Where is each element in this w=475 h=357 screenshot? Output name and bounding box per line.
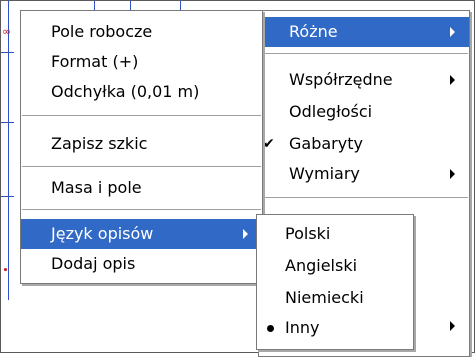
- menu-item-label: Format (+): [51, 52, 139, 71]
- menu-item-rozne[interactable]: Różne: [259, 17, 469, 47]
- menu-item-jezyk-opisow[interactable]: Język opisów: [21, 219, 262, 249]
- menu-item-label: Różne: [289, 22, 338, 41]
- menu-item-masa-i-pole[interactable]: Masa i pole: [21, 173, 262, 203]
- menu-item-odchylka[interactable]: Odchyłka (0,01 m): [21, 77, 262, 107]
- submenu-arrow-icon: [450, 169, 455, 179]
- menu-item-label: Język opisów: [51, 224, 154, 243]
- menu-item-label: Angielski: [285, 256, 358, 275]
- submenu-arrow-icon: [450, 75, 455, 85]
- menu-item-label: Niemiecki: [285, 288, 364, 307]
- menu-item-niemiecki[interactable]: Niemiecki: [257, 283, 413, 313]
- menu-item-dodaj-opis[interactable]: Dodaj opis: [21, 249, 262, 279]
- menu-item-gabaryty[interactable]: ✔ Gabaryty: [259, 129, 469, 159]
- submenu-arrow-icon: [450, 321, 455, 331]
- menu-item-label: Wymiary: [289, 164, 360, 183]
- language-submenu: Polski Angielski Niemiecki Inny: [256, 214, 414, 350]
- menu-separator: [260, 197, 468, 199]
- submenu-arrow-icon: [243, 229, 248, 239]
- menu-item-label: Polski: [285, 224, 331, 243]
- menu-item-polski[interactable]: Polski: [257, 219, 413, 249]
- menu-item-label: Dodaj opis: [51, 254, 136, 273]
- menu-item-label: Odległości: [289, 102, 373, 121]
- checkmark-icon: ✔: [263, 136, 275, 152]
- menu-item-pole-robocze[interactable]: Pole robocze: [21, 17, 262, 47]
- context-menu: Pole robocze Format (+) Odchyłka (0,01 m…: [20, 10, 263, 284]
- menu-item-label: Inny: [285, 318, 320, 337]
- menu-item-angielski[interactable]: Angielski: [257, 251, 413, 281]
- menu-item-label: Zapisz szkic: [51, 134, 148, 153]
- menu-item-label: Masa i pole: [51, 178, 142, 197]
- menu-item-zapisz-szkic[interactable]: Zapisz szkic: [21, 129, 262, 159]
- menu-item-odleglosci[interactable]: Odległości: [259, 97, 469, 127]
- menu-item-format[interactable]: Format (+): [21, 47, 262, 77]
- menu-separator: [260, 53, 468, 55]
- menu-item-label: Gabaryty: [289, 134, 363, 153]
- menu-item-wymiary[interactable]: Wymiary: [259, 159, 469, 189]
- submenu-arrow-icon: [450, 27, 455, 37]
- menu-item-inny[interactable]: Inny: [257, 313, 413, 343]
- menu-separator: [22, 209, 261, 211]
- menu-separator: [22, 166, 261, 168]
- menu-item-wspolrzedne[interactable]: Współrzędne: [259, 65, 469, 95]
- radio-dot-icon: [267, 325, 274, 332]
- menu-separator: [22, 115, 261, 117]
- menu-item-label: Pole robocze: [51, 22, 153, 41]
- menu-item-label: Odchyłka (0,01 m): [51, 82, 200, 101]
- menu-item-label: Współrzędne: [289, 70, 393, 89]
